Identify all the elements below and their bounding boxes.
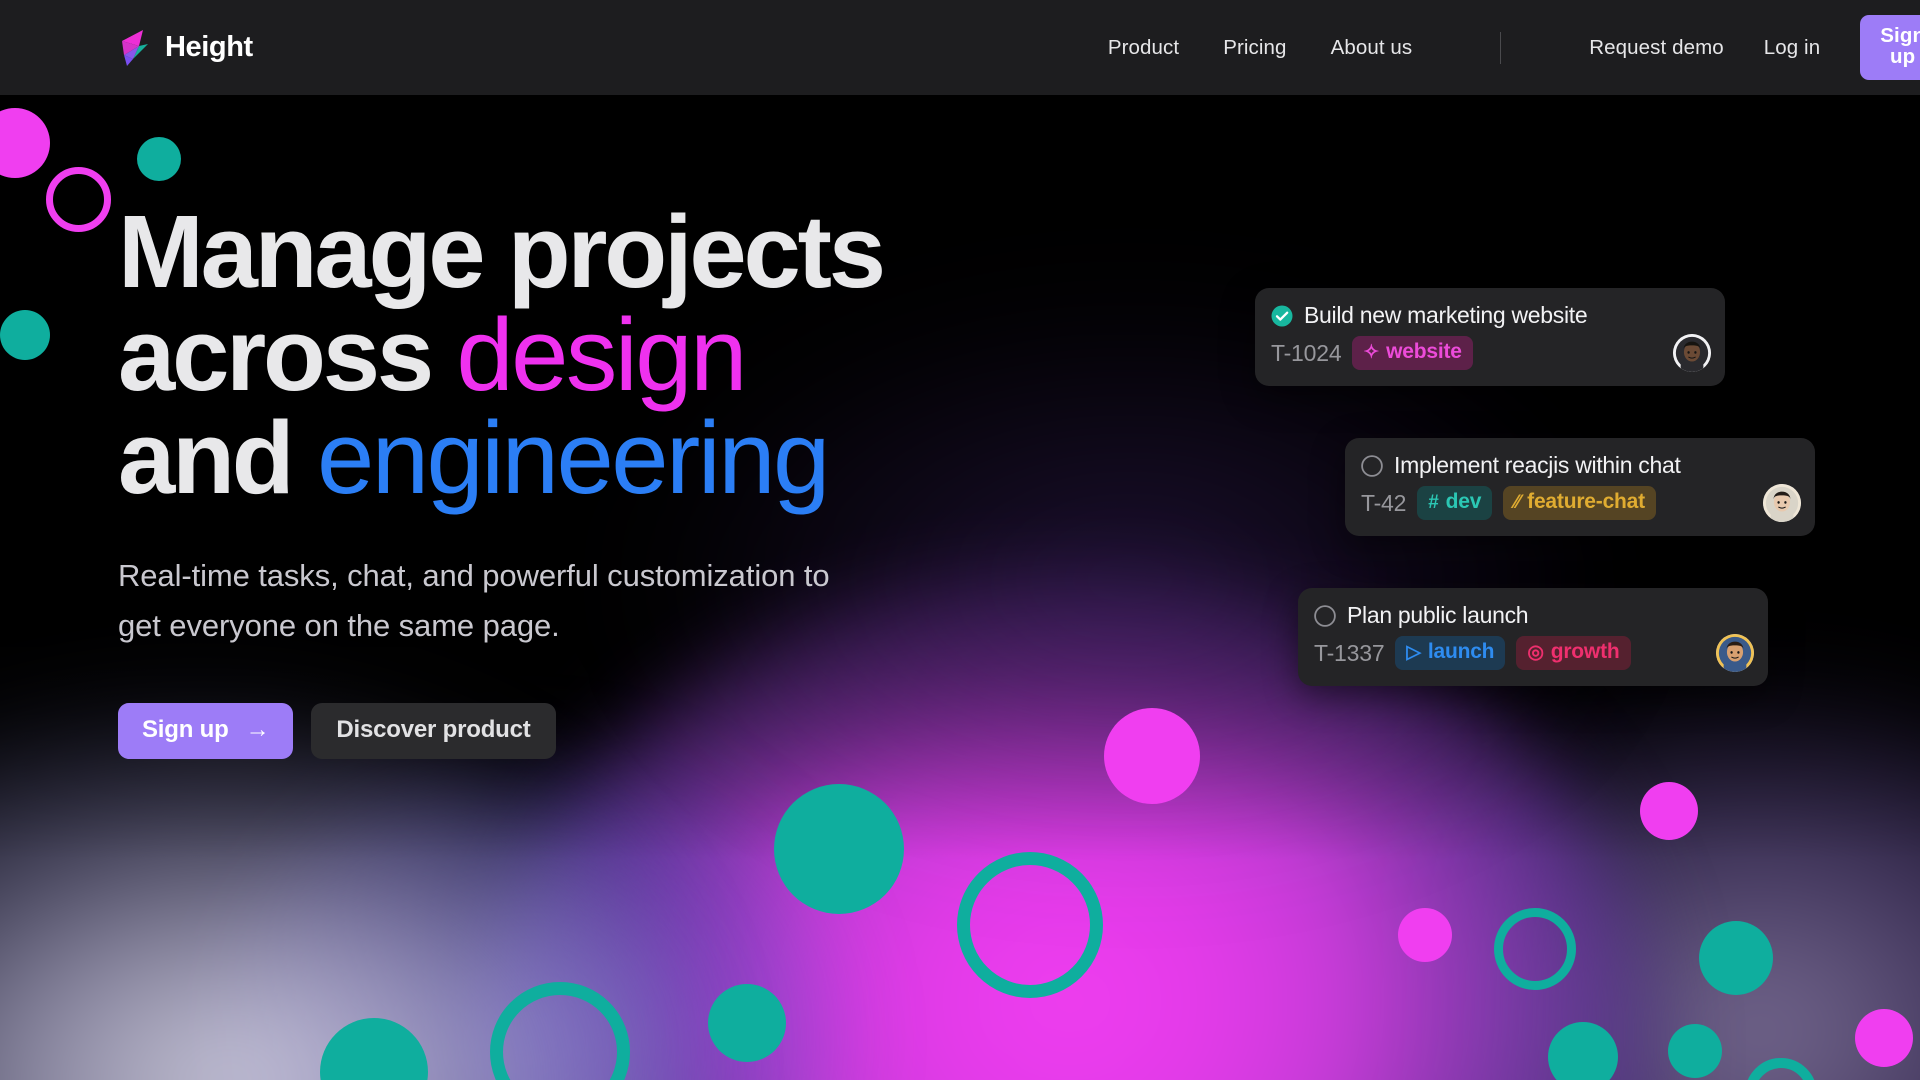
nav-link-log-in[interactable]: Log in — [1764, 36, 1820, 60]
task-card[interactable]: Build new marketing website T-1024 ✧ websit… — [1255, 288, 1725, 386]
task-card[interactable]: Implement reacjis within chat T-42 # dev ⁄⁄ f… — [1345, 438, 1815, 536]
task-id: T-42 — [1361, 489, 1407, 516]
deco-teal-ring-1 — [957, 852, 1103, 998]
height-bolt-logo-icon — [119, 29, 151, 67]
task-card[interactable]: Plan public launch T-1337 ▷ launch ◎ growth — [1298, 588, 1768, 686]
arrow-right-icon: → — [245, 716, 270, 744]
task-card-meta-row: T-1024 ✧ website — [1271, 334, 1711, 372]
nav-link-request-demo[interactable]: Request demo — [1589, 36, 1724, 60]
deco-magenta-ring-1 — [46, 167, 111, 232]
brand-logo-link[interactable]: Height — [119, 29, 253, 67]
hero-cta-row: Sign up → Discover product — [118, 703, 1118, 760]
page-root: Height Product Pricing About us Request … — [0, 0, 1920, 1080]
headline-line-3-plain: and — [118, 400, 317, 515]
task-card-title-row: Build new marketing website — [1271, 302, 1711, 329]
task-tag[interactable]: ⁄⁄ feature-chat — [1503, 486, 1656, 520]
hash-icon: # — [1428, 491, 1439, 513]
site-header: Height Product Pricing About us Request … — [0, 0, 1920, 95]
nav-link-pricing[interactable]: Pricing — [1223, 36, 1286, 60]
headline-line-1: Manage projects — [118, 194, 886, 309]
hero-subheading: Real-time tasks, chat, and powerful cust… — [118, 558, 830, 644]
deco-magenta-dot-3 — [1640, 782, 1698, 840]
deco-magenta-dot-5 — [1855, 1009, 1913, 1067]
task-tag-label: launch — [1427, 640, 1495, 663]
headline-accent-design: design — [456, 297, 747, 412]
deco-teal-dot-3 — [774, 784, 904, 914]
checkbox-checked-icon[interactable] — [1271, 305, 1293, 327]
header-sign-up-button[interactable]: Sign up — [1860, 15, 1920, 80]
avatar-person-3[interactable] — [1716, 634, 1754, 672]
headline-line-2-plain: across — [118, 297, 457, 412]
deco-teal-ring-4 — [1745, 1058, 1817, 1080]
flag-icon: ▷ — [1406, 641, 1421, 663]
task-tag-label: feature-chat — [1527, 490, 1645, 513]
hero-sign-up-label: Sign up — [142, 716, 229, 744]
task-tag-label: growth — [1550, 640, 1620, 663]
task-tag[interactable]: # dev — [1417, 486, 1493, 520]
glow-right-purple — [1330, 690, 1920, 1080]
deco-teal-dot-1 — [137, 137, 181, 181]
task-title: Plan public launch — [1347, 602, 1529, 628]
task-tag-label: dev — [1445, 490, 1482, 513]
deco-teal-dot-6 — [1699, 921, 1773, 995]
deco-teal-ring-2 — [490, 982, 630, 1080]
hero-section: Manage projects across design and engine… — [118, 200, 1118, 760]
deco-teal-dot-5 — [320, 1018, 428, 1080]
task-id: T-1024 — [1271, 339, 1342, 366]
discover-product-button[interactable]: Discover product — [311, 703, 556, 760]
task-card-title-row: Plan public launch — [1314, 602, 1754, 629]
deco-teal-ring-3 — [1494, 908, 1576, 990]
hero-headline: Manage projects across design and engine… — [118, 200, 1118, 509]
task-card-meta-row: T-1337 ▷ launch ◎ growth — [1314, 634, 1754, 672]
checkbox-empty-icon[interactable] — [1361, 454, 1383, 477]
header-actions: Request demo Log in Sign up — [1589, 15, 1920, 80]
main-navigation: Product Pricing About us Request demo Lo… — [1108, 15, 1920, 80]
deco-magenta-dot-4 — [1398, 908, 1452, 962]
task-tag[interactable]: ◎ growth — [1516, 636, 1631, 670]
task-title: Build new marketing website — [1304, 302, 1588, 328]
task-card-meta-row: T-42 # dev ⁄⁄ feature-chat — [1361, 484, 1801, 522]
nav-divider — [1500, 31, 1502, 64]
headline-line-3: and engineering — [118, 406, 1118, 509]
deco-teal-dot-4 — [708, 984, 786, 1062]
avatar-person-1[interactable] — [1673, 334, 1711, 372]
task-tag[interactable]: ✧ website — [1352, 336, 1473, 370]
task-tag[interactable]: ▷ launch — [1395, 636, 1506, 670]
task-tag-label: website — [1386, 340, 1462, 363]
avatar-person-2[interactable] — [1763, 484, 1801, 522]
target-icon: ◎ — [1527, 641, 1544, 663]
deco-teal-dot-2 — [0, 310, 50, 360]
glow-blue-violet — [220, 760, 840, 1080]
deco-teal-dot-7 — [1548, 1022, 1618, 1080]
sparkles-icon: ✧ — [1363, 341, 1380, 363]
task-title: Implement reacjis within chat — [1394, 452, 1681, 478]
slashes-icon: ⁄⁄ — [1514, 491, 1521, 513]
task-card-title-row: Implement reacjis within chat — [1361, 452, 1801, 479]
deco-magenta-dot-2 — [1104, 708, 1200, 804]
checkbox-empty-icon[interactable] — [1314, 604, 1336, 627]
hero-sign-up-button[interactable]: Sign up → — [118, 703, 294, 760]
nav-link-about-us[interactable]: About us — [1331, 36, 1413, 60]
deco-teal-dot-8 — [1668, 1024, 1722, 1078]
brand-name: Height — [165, 31, 253, 63]
deco-magenta-dot-1 — [0, 108, 50, 178]
headline-accent-engineering: engineering — [316, 400, 830, 515]
task-id: T-1337 — [1314, 639, 1385, 666]
nav-link-product[interactable]: Product — [1108, 36, 1179, 60]
headline-line-2: across design — [118, 303, 1118, 406]
